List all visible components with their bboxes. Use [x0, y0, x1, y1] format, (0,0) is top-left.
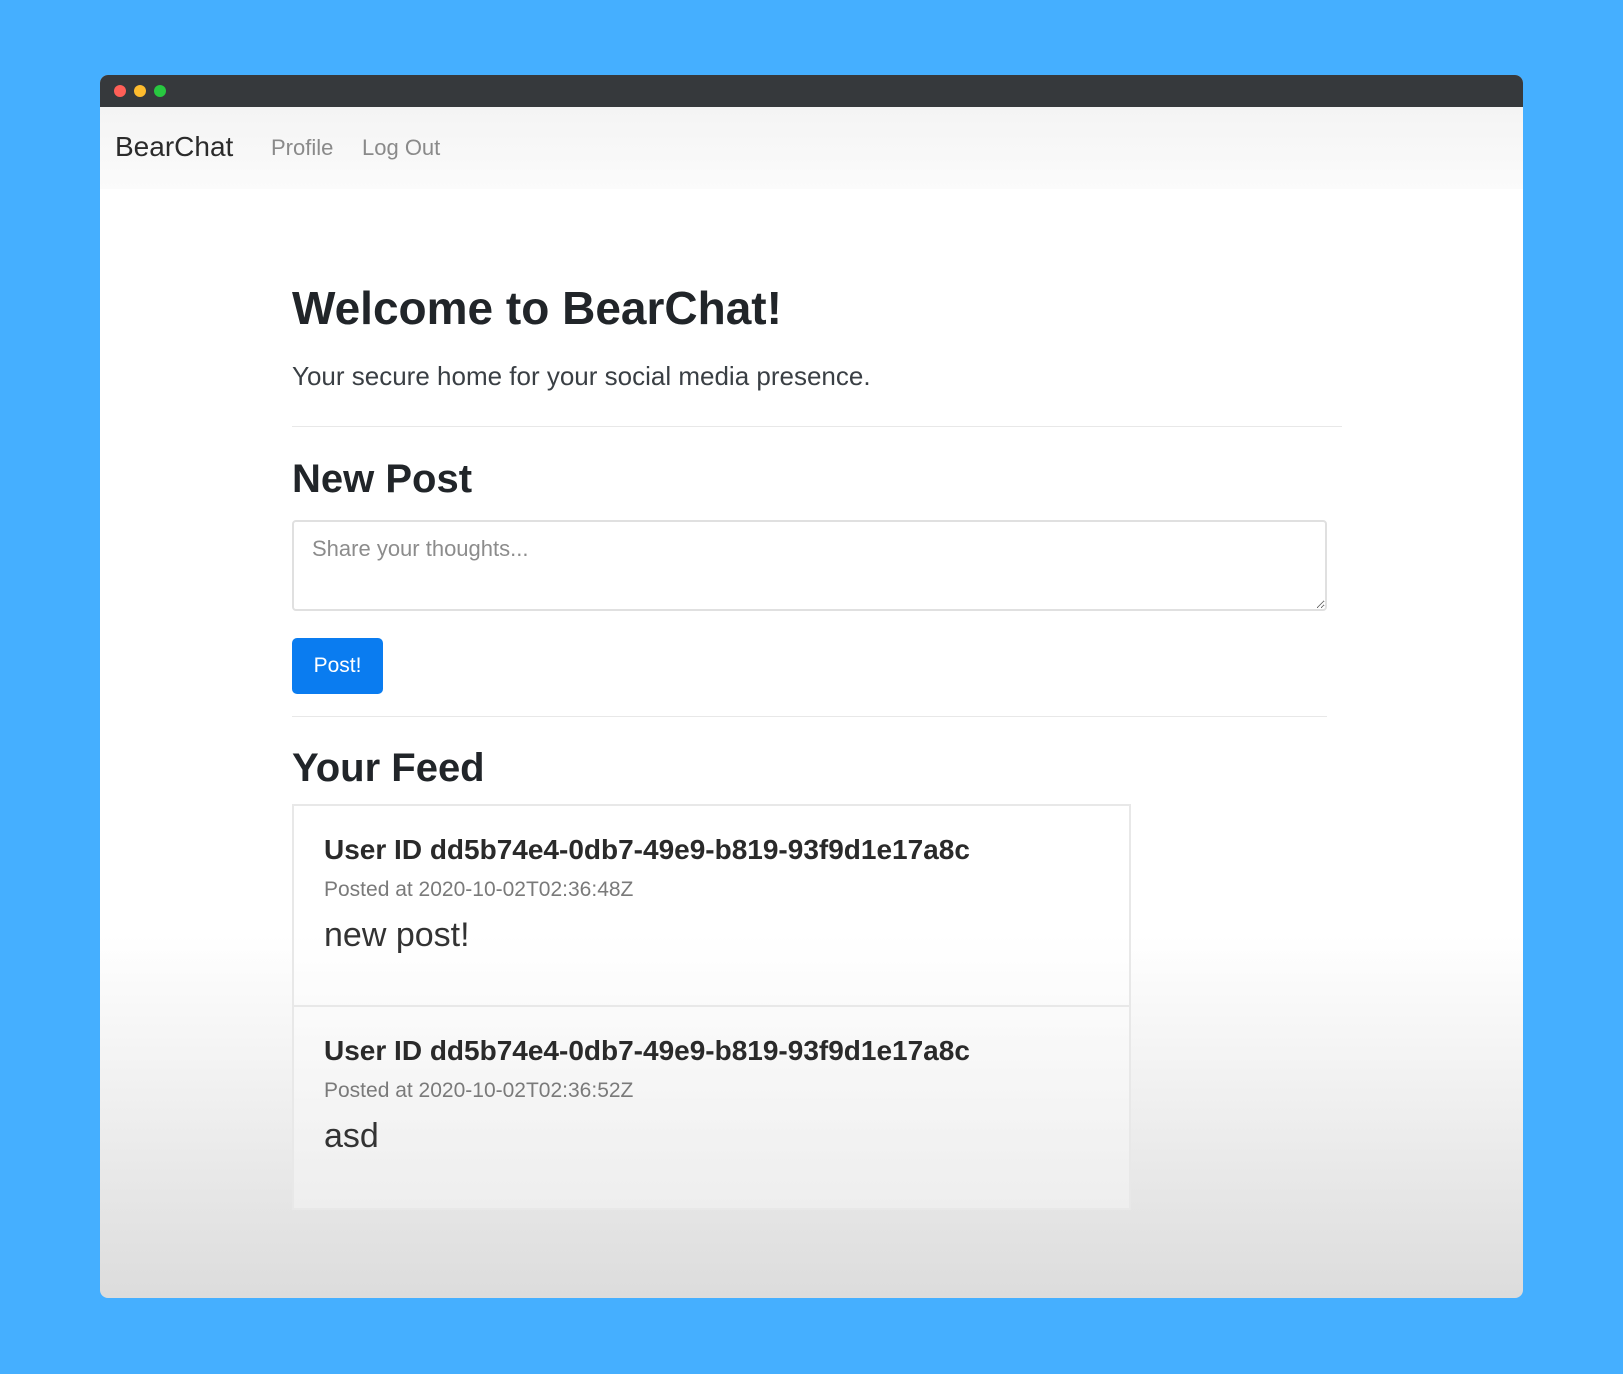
- nav-link-profile[interactable]: Profile: [271, 135, 333, 161]
- post-textarea[interactable]: [292, 520, 1327, 611]
- feed-item-user: User ID dd5b74e4-0db7-49e9-b819-93f9d1e1…: [324, 1035, 970, 1066]
- minimize-window-icon[interactable]: [134, 85, 146, 97]
- feed-item-timestamp: Posted at 2020-10-02T02:36:52Z: [324, 1079, 634, 1102]
- divider: [292, 716, 1327, 717]
- maximize-window-icon[interactable]: [154, 85, 166, 97]
- nav-link-logout[interactable]: Log Out: [362, 135, 440, 161]
- feed-list: User ID dd5b74e4-0db7-49e9-b819-93f9d1e1…: [292, 804, 1131, 1210]
- post-button[interactable]: Post!: [292, 638, 383, 694]
- browser-window: BearChat Profile Log Out Welcome to Bear…: [100, 75, 1523, 1298]
- feed-item-timestamp: Posted at 2020-10-02T02:36:48Z: [324, 878, 634, 901]
- feed-item: User ID dd5b74e4-0db7-49e9-b819-93f9d1e1…: [292, 804, 1131, 1007]
- divider: [292, 426, 1342, 427]
- feed-item-body: asd: [324, 1117, 379, 1155]
- close-window-icon[interactable]: [114, 85, 126, 97]
- navbar: BearChat Profile Log Out: [100, 107, 1523, 189]
- feed-item-body: new post!: [324, 916, 470, 954]
- feed-item: User ID dd5b74e4-0db7-49e9-b819-93f9d1e1…: [292, 1007, 1131, 1210]
- window-titlebar: [100, 75, 1523, 107]
- new-post-heading: New Post: [292, 457, 473, 501]
- brand-link[interactable]: BearChat: [115, 131, 233, 163]
- page-tagline: Your secure home for your social media p…: [292, 361, 871, 391]
- page-title: Welcome to BearChat!: [292, 282, 782, 334]
- feed-heading: Your Feed: [292, 746, 485, 790]
- feed-item-user: User ID dd5b74e4-0db7-49e9-b819-93f9d1e1…: [324, 834, 970, 865]
